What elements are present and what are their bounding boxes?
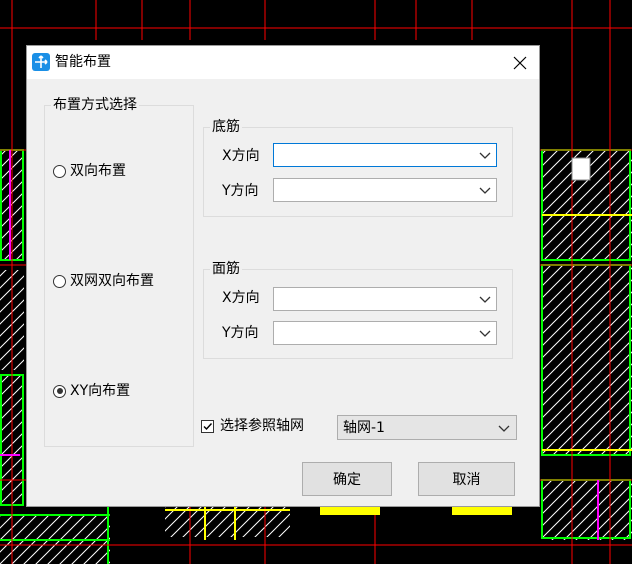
chevron-down-icon[interactable] bbox=[479, 185, 491, 195]
title-bar: 智能布置 bbox=[27, 46, 539, 79]
y-direction-label: Y方向 bbox=[222, 183, 259, 199]
close-button[interactable] bbox=[501, 46, 539, 79]
reference-grid-checkbox[interactable] bbox=[201, 419, 214, 433]
radio-label: 双向布置 bbox=[70, 163, 126, 179]
layout-mode-group: 布置方式选择 双向布置 双网双向布置 XY向布置 bbox=[44, 96, 194, 447]
cancel-button[interactable]: 取消 bbox=[418, 462, 515, 496]
chevron-down-icon[interactable] bbox=[479, 294, 491, 304]
grid-select-value: 轴网-1 bbox=[343, 420, 385, 436]
radio-button[interactable] bbox=[53, 164, 66, 178]
hatched-slab bbox=[542, 480, 632, 540]
window-title: 智能布置 bbox=[55, 54, 111, 70]
chevron-down-icon[interactable] bbox=[479, 328, 491, 338]
hatched-slab bbox=[165, 507, 290, 537]
x-direction-label: X方向 bbox=[222, 290, 260, 306]
bottom-rebar-legend: 底筋 bbox=[210, 118, 242, 136]
radio-xy[interactable]: XY向布置 bbox=[53, 382, 130, 400]
close-icon bbox=[513, 56, 527, 69]
layout-mode-legend: 布置方式选择 bbox=[51, 96, 139, 114]
top-rebar-legend: 面筋 bbox=[210, 260, 242, 278]
radio-button-selected[interactable] bbox=[53, 384, 66, 398]
radio-bidirectional[interactable]: 双向布置 bbox=[53, 162, 126, 180]
top-x-combo[interactable] bbox=[273, 287, 497, 311]
reference-grid-label: 选择参照轴网 bbox=[220, 418, 304, 434]
checkmark-icon bbox=[203, 422, 213, 430]
hatched-slab bbox=[542, 265, 632, 455]
ok-button[interactable]: 确定 bbox=[302, 462, 392, 496]
radio-label: 双网双向布置 bbox=[70, 273, 154, 289]
reference-grid-checkbox-row[interactable]: 选择参照轴网 bbox=[201, 417, 304, 435]
chevron-down-icon[interactable] bbox=[479, 150, 491, 160]
top-rebar-group: 面筋 X方向 Y方向 bbox=[203, 260, 513, 359]
top-y-combo[interactable] bbox=[273, 321, 497, 345]
smart-layout-dialog: 智能布置 布置方式选择 双向布置 双网双向布置 XY向布置 底筋 X方向 Y方向… bbox=[26, 45, 540, 507]
grid-select[interactable]: 轴网-1 bbox=[337, 415, 517, 440]
bottom-y-combo[interactable] bbox=[273, 178, 497, 202]
app-icon bbox=[32, 53, 50, 71]
y-direction-label: Y方向 bbox=[222, 325, 259, 341]
bottom-rebar-group: 底筋 X方向 Y方向 bbox=[203, 118, 513, 217]
chevron-down-icon[interactable] bbox=[498, 423, 510, 433]
radio-button[interactable] bbox=[53, 274, 66, 288]
bottom-x-combo[interactable] bbox=[273, 143, 497, 167]
radio-label: XY向布置 bbox=[70, 383, 131, 399]
radio-double-mesh[interactable]: 双网双向布置 bbox=[53, 272, 154, 290]
x-direction-label: X方向 bbox=[222, 148, 260, 164]
